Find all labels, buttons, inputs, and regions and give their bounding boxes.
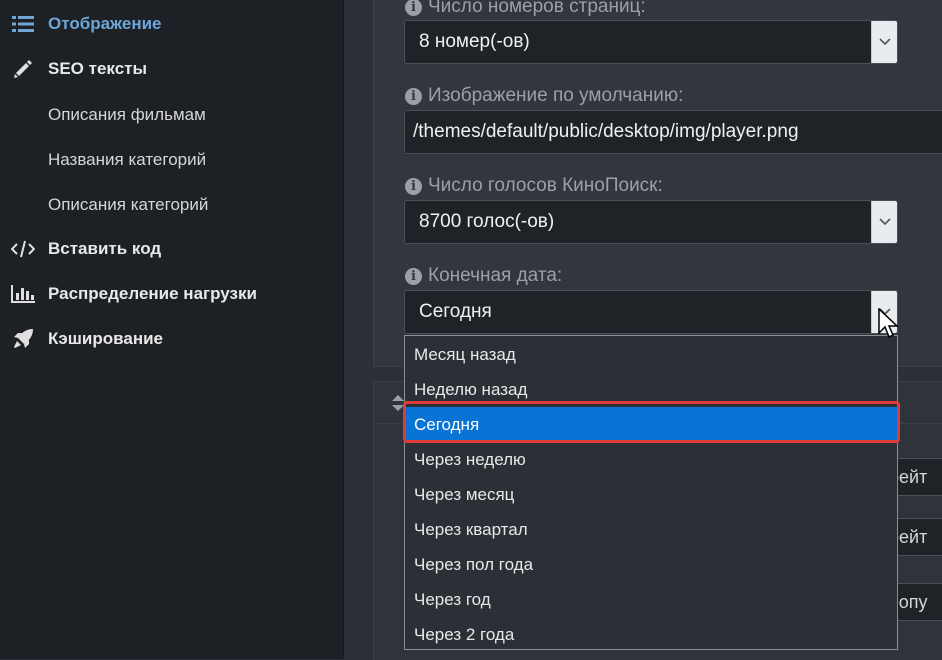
sidebar: Отображение SEO тексты Описания фильмам … <box>0 0 344 659</box>
sidebar-subitem-category-names[interactable]: Названия категорий <box>48 150 206 170</box>
sidebar-item-label: Кэширование <box>48 329 164 348</box>
dropdown-option[interactable]: Через 2 года <box>405 617 897 652</box>
sidebar-item-seo-texts[interactable]: SEO тексты <box>0 49 343 89</box>
dropdown-option-selected[interactable]: Сегодня <box>405 407 897 442</box>
info-icon: i <box>405 178 422 195</box>
kinopoisk-votes-select[interactable]: 8700 голос(-ов) <box>404 200 898 244</box>
sidebar-subitem-category-descriptions[interactable]: Описания категорий <box>48 195 208 215</box>
info-icon: i <box>405 268 422 285</box>
sidebar-item-label: Вставить код <box>48 239 162 258</box>
dropdown-option[interactable]: Неделю назад <box>405 372 897 407</box>
sort-icon[interactable] <box>392 395 404 411</box>
pages-count-select[interactable]: 8 номер(-ов) <box>404 20 898 64</box>
mouse-cursor-icon <box>878 308 899 339</box>
code-icon <box>10 237 36 261</box>
sidebar-item-insert-code[interactable]: Вставить код <box>0 229 343 269</box>
dropdown-option[interactable]: Месяц назад <box>405 337 897 372</box>
sidebar-item-load-balancing[interactable]: Распределение нагрузки <box>0 274 343 314</box>
end-date-label: i Конечная дата: <box>405 265 562 287</box>
sidebar-item-label: Отображение <box>48 14 162 33</box>
chevron-down-icon[interactable] <box>871 21 897 63</box>
end-date-select[interactable]: Сегодня <box>404 290 898 334</box>
end-date-value: Сегодня <box>419 301 492 322</box>
bar-chart-icon <box>10 282 36 306</box>
kinopoisk-votes-label: i Число голосов КиноПоиск: <box>405 175 663 197</box>
info-icon: i <box>405 0 422 16</box>
sidebar-item-display[interactable]: Отображение <box>0 4 343 44</box>
default-image-value: /themes/default/public/desktop/img/playe… <box>413 121 799 142</box>
dropdown-option[interactable]: Через пол года <box>405 547 897 582</box>
kinopoisk-votes-value: 8700 голос(-ов) <box>419 211 555 232</box>
pages-count-label: i Число номеров страниц: <box>405 0 646 18</box>
pencil-icon <box>10 57 36 81</box>
dropdown-option[interactable]: Через год <box>405 582 897 617</box>
sidebar-item-label: SEO тексты <box>48 59 147 78</box>
default-image-input[interactable]: /themes/default/public/desktop/img/playe… <box>404 110 942 154</box>
dropdown-option[interactable]: Через квартал <box>405 512 897 547</box>
list-icon <box>10 12 36 36</box>
info-icon: i <box>405 88 422 105</box>
end-date-dropdown: Месяц назад Неделю назад Сегодня Через н… <box>404 335 898 650</box>
sidebar-item-caching[interactable]: Кэширование <box>0 319 343 359</box>
rocket-icon <box>10 327 36 351</box>
sidebar-subitem-movie-descriptions[interactable]: Описания фильмам <box>48 105 206 125</box>
dropdown-option[interactable]: Через месяц <box>405 477 897 512</box>
sidebar-item-label: Распределение нагрузки <box>48 284 257 303</box>
chevron-down-icon[interactable] <box>871 201 897 243</box>
default-image-label: i Изображение по умолчанию: <box>405 85 683 107</box>
dropdown-option[interactable]: Через неделю <box>405 442 897 477</box>
pages-count-value: 8 номер(-ов) <box>419 31 530 52</box>
